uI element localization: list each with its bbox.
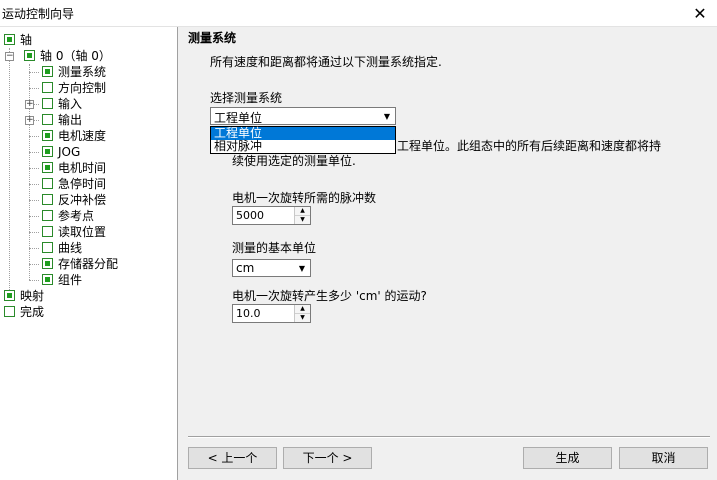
chevron-down-icon[interactable]: ▼ xyxy=(379,108,395,124)
prev-button[interactable]: < 上一个 xyxy=(188,447,277,469)
checkbox-checked-icon xyxy=(42,274,53,285)
generate-button[interactable]: 生成 xyxy=(523,447,612,469)
tree-line xyxy=(29,216,39,217)
expand-icon[interactable]: + xyxy=(25,116,34,125)
pulses-per-rev-stepper[interactable]: 5000 ▲ ▼ xyxy=(232,206,311,225)
spin-down-icon[interactable]: ▼ xyxy=(295,314,310,322)
tree-line xyxy=(29,72,39,73)
spin-up-icon[interactable]: ▲ xyxy=(295,305,310,314)
checkbox-icon xyxy=(42,194,53,205)
tree-line xyxy=(29,200,39,201)
tree-line xyxy=(29,232,39,233)
checkbox-checked-icon xyxy=(42,258,53,269)
chevron-down-icon[interactable]: ▼ xyxy=(294,260,310,276)
dropdown-option-relative-pulses[interactable]: 相对脉冲 xyxy=(211,140,395,153)
pulses-per-rev-label: 电机一次旋转所需的脉冲数 xyxy=(232,191,377,205)
tree-line xyxy=(29,264,39,265)
footer-divider xyxy=(188,436,710,438)
title-bar: 运动控制向导 ✕ xyxy=(0,0,717,27)
measurement-system-select[interactable]: 工程单位 ▼ xyxy=(210,107,396,125)
tree-line xyxy=(29,152,39,153)
tree-line xyxy=(9,48,10,296)
expand-icon[interactable]: + xyxy=(25,100,34,109)
measurement-dropdown-list: 工程单位 相对脉冲 xyxy=(210,126,396,154)
select-measurement-label: 选择测量系统 xyxy=(210,91,283,105)
cancel-button[interactable]: 取消 xyxy=(619,447,708,469)
tree-line xyxy=(29,88,39,89)
next-button[interactable]: 下一个 > xyxy=(283,447,372,469)
base-unit-label: 测量的基本单位 xyxy=(232,241,317,255)
section-description: 所有速度和距离都将通过以下测量系统指定. xyxy=(210,55,442,69)
motion-per-rev-label: 电机一次旋转产生多少 'cm' 的运动? xyxy=(232,289,427,303)
tree-line xyxy=(29,136,39,137)
checkbox-checked-icon xyxy=(4,34,15,45)
checkbox-checked-icon xyxy=(42,66,53,77)
checkbox-icon xyxy=(42,242,53,253)
checkbox-icon xyxy=(42,226,53,237)
tree-line xyxy=(29,280,39,281)
checkbox-icon xyxy=(4,306,15,317)
window-title: 运动控制向导 xyxy=(2,7,75,21)
checkbox-checked-icon xyxy=(24,50,35,61)
checkbox-checked-icon xyxy=(42,130,53,141)
collapse-icon[interactable]: − xyxy=(5,52,14,61)
spin-down-icon[interactable]: ▼ xyxy=(295,216,310,224)
checkbox-checked-icon xyxy=(4,290,15,301)
base-unit-select[interactable]: cm ▼ xyxy=(232,259,311,277)
navigation-tree: − + + 轴 轴 0（轴 0） 测量系统 方向控制 输入 输出 电机速度 JO… xyxy=(0,27,178,480)
checkbox-icon xyxy=(42,82,53,93)
checkbox-checked-icon xyxy=(42,146,53,157)
checkbox-icon xyxy=(42,178,53,189)
tree-line xyxy=(29,168,39,169)
checkbox-icon xyxy=(42,98,53,109)
checkbox-icon xyxy=(42,210,53,221)
tree-line xyxy=(29,184,39,185)
close-icon[interactable]: ✕ xyxy=(683,0,717,26)
measurement-info-text-line2: 续使用选定的测量单位. xyxy=(232,154,356,168)
motion-per-rev-stepper[interactable]: 10.0 ▲ ▼ xyxy=(232,304,311,323)
spin-up-icon[interactable]: ▲ xyxy=(295,207,310,216)
section-title: 测量系统 xyxy=(188,31,237,45)
checkbox-icon xyxy=(42,114,53,125)
tree-line xyxy=(29,248,39,249)
checkbox-checked-icon xyxy=(42,162,53,173)
measurement-info-text: 工程单位。此组态中的所有后续距离和速度都将持 xyxy=(397,139,662,153)
